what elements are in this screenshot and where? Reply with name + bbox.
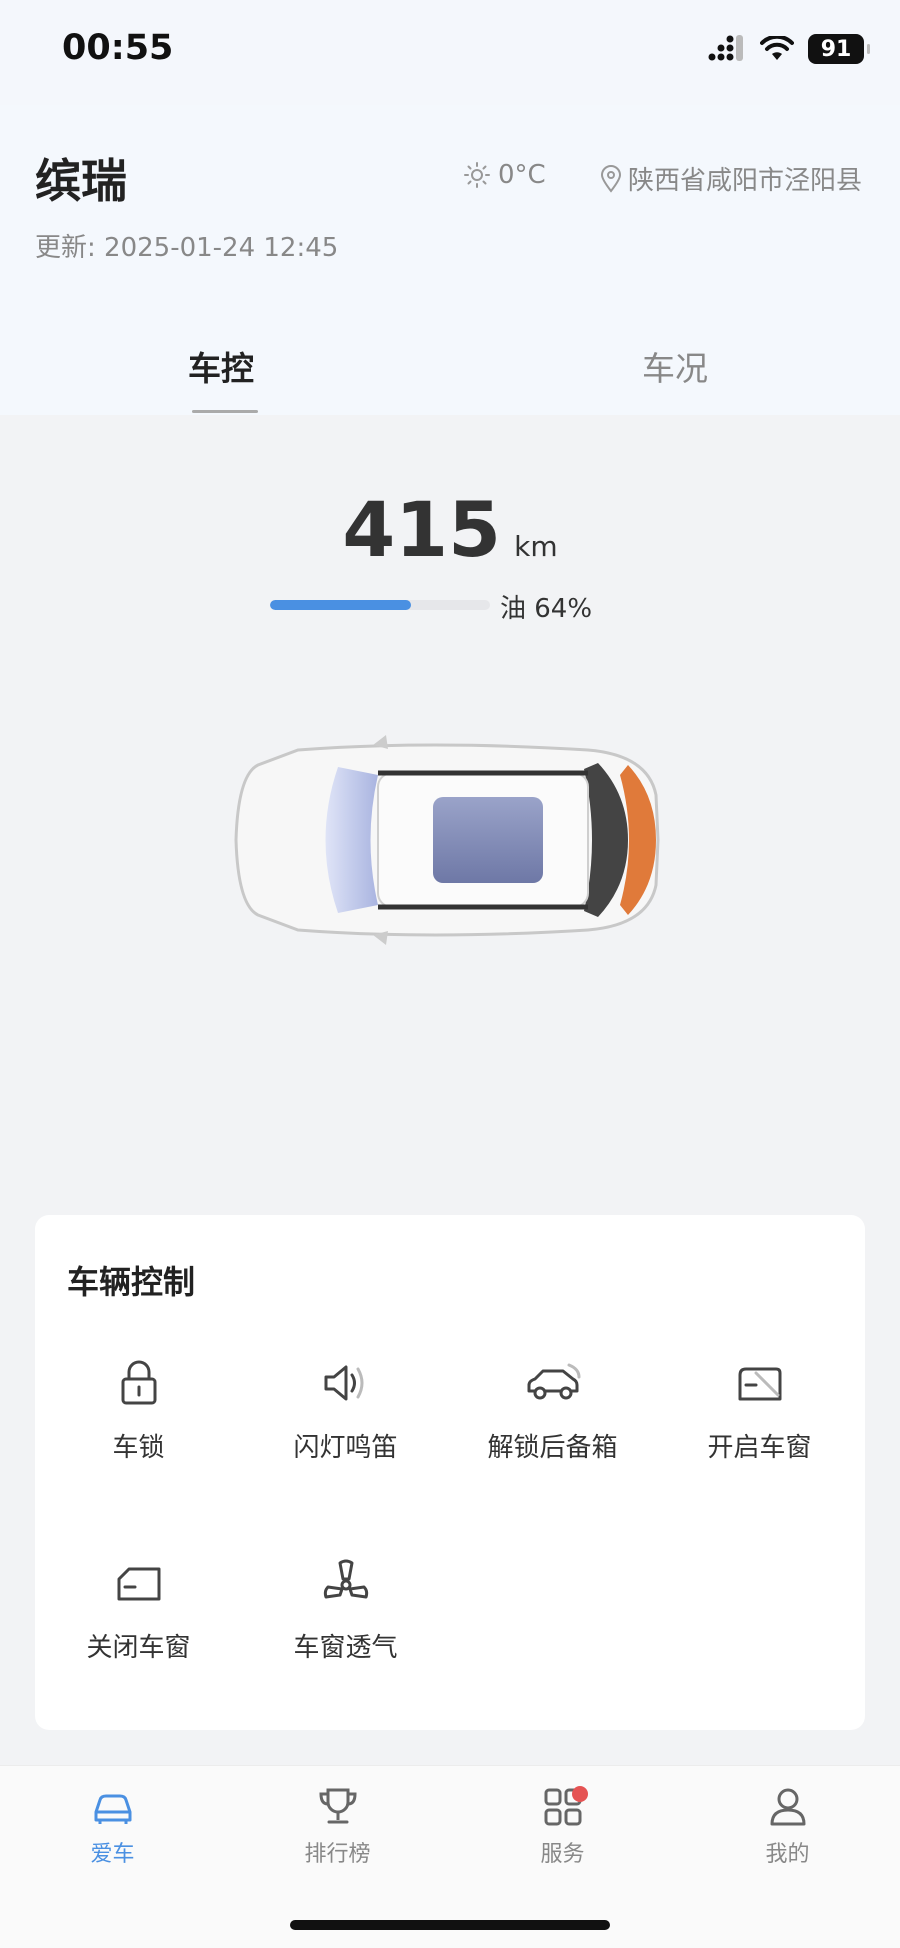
car-top-view-image [234, 735, 660, 945]
tab-vehicle-status[interactable]: 车况 [642, 342, 708, 390]
trophy-icon [318, 1788, 357, 1824]
unlock-trunk-button[interactable]: 解锁后备箱 [449, 1355, 656, 1505]
close-window-button[interactable]: 关闭车窗 [35, 1555, 242, 1705]
close-window-label: 关闭车窗 [86, 1633, 191, 1663]
fuel-level-fill [270, 600, 411, 610]
fuel-level-label: 油 64% [500, 594, 593, 624]
horn-icon [324, 1365, 363, 1401]
flash-horn-label: 闪灯鸣笛 [293, 1433, 398, 1463]
lock-button[interactable]: 车锁 [35, 1355, 242, 1505]
open-window-label: 开启车窗 [707, 1433, 812, 1463]
trunk-icon [527, 1363, 580, 1400]
notification-badge [572, 1786, 588, 1802]
weather: 0°C [464, 160, 546, 190]
location-pin-icon [600, 164, 621, 193]
sun-icon [464, 162, 490, 188]
status-time: 00:55 [62, 28, 174, 68]
vehicle-control-card: 车辆控制 车锁 闪灯鸣笛 解锁后备箱 开启车窗 关闭车窗 车窗透气 [35, 1215, 865, 1730]
nav-my-car[interactable]: 爱车 [0, 1782, 225, 1868]
cellular-signal-icon [708, 35, 743, 61]
window-open-icon [738, 1367, 781, 1401]
tab-bar: 车控 车况 [0, 310, 900, 415]
home-indicator [290, 1920, 610, 1930]
nav-profile[interactable]: 我的 [675, 1782, 900, 1868]
nav-leaderboard[interactable]: 排行榜 [225, 1782, 450, 1868]
location[interactable]: 陕西省咸阳市泾阳县 [600, 160, 862, 197]
battery-indicator: 91 [808, 34, 870, 64]
temperature: 0°C [498, 160, 546, 190]
fan-icon [323, 1559, 368, 1599]
vehicle-control-title: 车辆控制 [67, 1263, 196, 1301]
range-display: 415 km [0, 485, 900, 574]
lock-icon [121, 1360, 156, 1405]
fuel-level-bar [270, 600, 490, 610]
nav-services-label: 服务 [540, 1842, 585, 1867]
nav-profile-label: 我的 [765, 1842, 810, 1867]
user-icon [770, 1788, 805, 1826]
car-name: 缤瑞 [35, 154, 127, 208]
nav-leaderboard-label: 排行榜 [304, 1842, 371, 1867]
nav-services[interactable]: 服务 [450, 1782, 675, 1868]
location-text: 陕西省咸阳市泾阳县 [627, 166, 862, 196]
window-close-icon [117, 1567, 160, 1601]
car-icon [94, 1794, 131, 1824]
nav-my-car-label: 爱车 [90, 1842, 135, 1867]
status-indicators: 91 [708, 34, 870, 64]
tab-vehicle-control[interactable]: 车控 [188, 342, 254, 390]
range-unit: km [514, 530, 558, 563]
lock-label: 车锁 [112, 1433, 165, 1463]
window-vent-button[interactable]: 车窗透气 [242, 1555, 449, 1705]
unlock-trunk-label: 解锁后备箱 [487, 1433, 618, 1463]
range-value: 415 [342, 485, 502, 574]
update-time: 更新: 2025-01-24 12:45 [35, 233, 339, 263]
tab-active-indicator [192, 410, 258, 413]
vehicle-header: 缤瑞 更新: 2025-01-24 12:45 0°C 陕西省咸阳市泾阳县 [0, 105, 900, 310]
status-bar: 00:55 91 [0, 0, 900, 105]
open-window-button[interactable]: 开启车窗 [656, 1355, 863, 1505]
window-vent-label: 车窗透气 [293, 1633, 398, 1663]
wifi-icon [760, 36, 794, 60]
flash-horn-button[interactable]: 闪灯鸣笛 [242, 1355, 449, 1505]
